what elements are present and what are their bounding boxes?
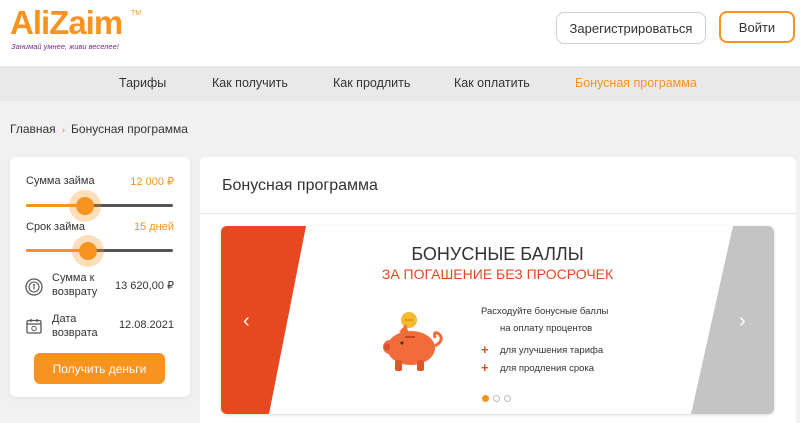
page-title: Бонусная программа: [222, 177, 378, 194]
amount-label: Сумма займа: [26, 175, 95, 187]
register-button[interactable]: Зарегистрироваться: [556, 12, 706, 44]
logo-wordmark: AliZaim: [10, 4, 123, 41]
promo-line-1: Расходуйте бонусные баллы: [481, 306, 609, 317]
get-money-button[interactable]: Получить деньги: [34, 353, 165, 384]
plus-icon: +: [481, 360, 489, 375]
banner-heading: БОНУСНЫЕ БАЛЛЫ: [411, 244, 584, 264]
logo-trademark: TM: [131, 10, 142, 17]
term-slider-handle[interactable]: [72, 235, 104, 267]
promo-bullet-1: для улучшения тарифа: [500, 345, 604, 356]
promo-line-2: на оплату процентов: [500, 323, 593, 334]
term-slider[interactable]: [26, 235, 173, 267]
alizaim-logo[interactable]: AliZaim TM Занимай умнее, живи веселее!: [10, 4, 142, 54]
carousel-dot-1[interactable]: [482, 395, 489, 402]
carousel-next-arrow[interactable]: ›: [739, 310, 746, 333]
breadcrumb: Главная › Бонусная программа: [10, 122, 188, 136]
amount-slider-handle[interactable]: [69, 190, 101, 222]
return-date-value: 12.08.2021: [118, 319, 174, 331]
logo-tagline: Занимай умнее, живи веселее!: [11, 42, 119, 51]
loan-calculator: Сумма займа 12 000 ₽ Срок займа 15 дней …: [10, 157, 190, 397]
return-date-label: Дата возврата: [52, 313, 98, 339]
breadcrumb-current: Бонусная программа: [71, 122, 188, 136]
breadcrumb-home-link[interactable]: Главная: [10, 122, 56, 136]
bonus-banner-carousel[interactable]: ‹ › БОНУСНЫЕ БАЛЛЫ ЗА ПОГАШЕНИЕ БЕЗ ПРОС…: [221, 226, 774, 414]
promo-bullet-2: для продления срока: [500, 363, 595, 374]
carousel-prev-arrow[interactable]: ‹: [243, 310, 250, 333]
banner-subheading: ЗА ПОГАШЕНИЕ БЕЗ ПРОСРОЧЕК: [381, 266, 614, 282]
piggy-bank-icon: [383, 312, 443, 371]
calendar-icon: [26, 319, 42, 334]
carousel-dot-3[interactable]: [504, 395, 511, 402]
nav-item-how-to-extend[interactable]: Как продлить: [333, 76, 410, 90]
nav-item-bonus-program[interactable]: Бонусная программа: [575, 76, 697, 90]
breadcrumb-separator: ›: [61, 125, 66, 136]
plus-icon: +: [481, 342, 489, 357]
return-sum-label: Сумма к возврату: [52, 272, 98, 298]
carousel-dot-2[interactable]: [493, 395, 500, 402]
nav-item-how-to-pay[interactable]: Как оплатить: [454, 76, 530, 90]
main-nav: Тарифы Как получить Как продлить Как опл…: [0, 66, 800, 101]
title-divider: [200, 213, 796, 214]
site-header: AliZaim TM Занимай умнее, живи веселее! …: [0, 0, 800, 66]
amount-value: 12 000 ₽: [130, 176, 174, 188]
nav-item-tariffs[interactable]: Тарифы: [119, 76, 166, 90]
return-sum-value: 13 620,00 ₽: [115, 280, 174, 292]
term-value: 15 дней: [133, 221, 174, 233]
term-label: Срок займа: [26, 221, 86, 233]
nav-item-how-to-get[interactable]: Как получить: [212, 76, 288, 90]
amount-slider[interactable]: [26, 190, 173, 222]
login-button[interactable]: Войти: [719, 11, 795, 43]
coins-icon: [25, 278, 43, 296]
